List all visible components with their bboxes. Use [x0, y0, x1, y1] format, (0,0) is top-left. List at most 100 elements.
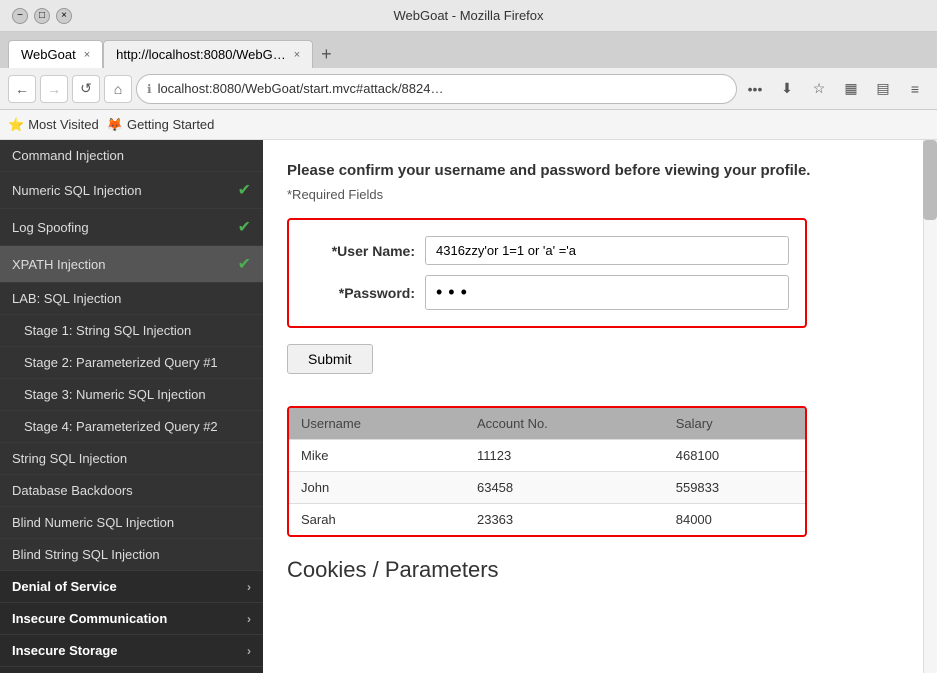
home-button[interactable]: ⌂ — [104, 75, 132, 103]
sidebar-item-label: Insecure Storage — [12, 643, 118, 658]
scrollbar[interactable] — [923, 140, 937, 673]
sidebar-item-insecure-communication[interactable]: Insecure Communication › — [0, 603, 263, 635]
sidebar-item-xpath-injection[interactable]: XPATH Injection ✔ — [0, 246, 263, 283]
sidebar-item-blind-string[interactable]: Blind String SQL Injection — [0, 539, 263, 571]
sidebar-item-label: Stage 4: Parameterized Query #2 — [24, 419, 218, 434]
scroll-thumb[interactable] — [923, 140, 937, 220]
menu-button[interactable]: ≡ — [901, 75, 929, 103]
new-tab-button[interactable]: + — [313, 40, 340, 68]
address-bar[interactable]: ℹ localhost:8080/WebGoat/start.mvc#attac… — [136, 74, 737, 104]
table-cell: 84000 — [664, 504, 805, 536]
bookmark-firefox-icon: 🦊 — [107, 117, 123, 133]
sidebar-item-label: Stage 2: Parameterized Query #1 — [24, 355, 218, 370]
bookmark-label: Most Visited — [28, 117, 99, 132]
table-row: Sarah2336384000 — [289, 504, 805, 536]
cookies-section-title: Cookies / Parameters — [287, 557, 913, 583]
sidebar-item-label: Database Backdoors — [12, 483, 133, 498]
submit-button[interactable]: Submit — [287, 344, 373, 374]
pocket-button[interactable]: ⬇ — [773, 75, 801, 103]
check-icon: ✔ — [238, 254, 251, 274]
col-header-account: Account No. — [465, 408, 664, 440]
sidebar-item-string-sql[interactable]: String SQL Injection — [0, 443, 263, 475]
tab-label: http://localhost:8080/WebG… — [116, 47, 286, 62]
title-bar: − □ × WebGoat - Mozilla Firefox — [0, 0, 937, 32]
main-area: Command Injection Numeric SQL Injection … — [0, 140, 937, 673]
tab-close-button[interactable]: × — [84, 49, 90, 61]
required-fields-label: *Required Fields — [287, 187, 913, 202]
sidebar-item-denial-of-service[interactable]: Denial of Service › — [0, 571, 263, 603]
tab-label: WebGoat — [21, 47, 76, 62]
table-cell: John — [289, 472, 465, 504]
bookmark-star-button[interactable]: ☆ — [805, 75, 833, 103]
window-title: WebGoat - Mozilla Firefox — [72, 8, 865, 23]
sidebar-item-label: Stage 3: Numeric SQL Injection — [24, 387, 206, 402]
table-cell: 23363 — [465, 504, 664, 536]
password-row: *Password: — [305, 275, 789, 310]
username-input[interactable] — [425, 236, 789, 265]
table-cell: 559833 — [664, 472, 805, 504]
sidebar-item-stage1[interactable]: Stage 1: String SQL Injection — [0, 315, 263, 347]
library-button[interactable]: ▦ — [837, 75, 865, 103]
check-icon: ✔ — [238, 217, 251, 237]
chevron-right-icon: › — [247, 612, 251, 626]
sidebar-item-insecure-storage[interactable]: Insecure Storage › — [0, 635, 263, 667]
username-row: *User Name: — [305, 236, 789, 265]
sidebar-item-label: Stage 1: String SQL Injection — [24, 323, 191, 338]
sidebar-item-blind-numeric[interactable]: Blind Numeric SQL Injection — [0, 507, 263, 539]
password-input[interactable] — [425, 275, 789, 310]
sidebar-item-label: Insecure Communication — [12, 611, 167, 626]
table-cell: Sarah — [289, 504, 465, 536]
tab-localhost[interactable]: http://localhost:8080/WebG… × — [103, 40, 313, 68]
results-table: Username Account No. Salary Mike11123468… — [289, 408, 805, 535]
sidebar-item-label: Blind String SQL Injection — [12, 547, 160, 562]
table-row: Mike11123468100 — [289, 440, 805, 472]
table-row: John63458559833 — [289, 472, 805, 504]
minimize-button[interactable]: − — [12, 8, 28, 24]
forward-button[interactable]: → — [40, 75, 68, 103]
table-cell: 63458 — [465, 472, 664, 504]
tab-close-button[interactable]: × — [294, 49, 300, 61]
sidebar-item-database-backdoors[interactable]: Database Backdoors — [0, 475, 263, 507]
sidebar-item-log-spoofing[interactable]: Log Spoofing ✔ — [0, 209, 263, 246]
table-cell: Mike — [289, 440, 465, 472]
nav-extra-buttons: ••• ⬇ ☆ ▦ ▤ ≡ — [741, 75, 929, 103]
bookmark-getting-started[interactable]: 🦊 Getting Started — [107, 117, 215, 133]
sidebar-item-label: LAB: SQL Injection — [12, 291, 121, 306]
more-button[interactable]: ••• — [741, 75, 769, 103]
sidebar: Command Injection Numeric SQL Injection … — [0, 140, 263, 673]
confirm-title: Please confirm your username and passwor… — [287, 160, 913, 181]
bookmark-label: Getting Started — [127, 117, 214, 132]
sidebar-item-label: String SQL Injection — [12, 451, 127, 466]
table-cell: 11123 — [465, 440, 664, 472]
sidebar-item-label: Log Spoofing — [12, 220, 89, 235]
check-icon: ✔ — [238, 180, 251, 200]
sidebar-item-numeric-sql[interactable]: Numeric SQL Injection ✔ — [0, 172, 263, 209]
maximize-button[interactable]: □ — [34, 8, 50, 24]
content-area: Please confirm your username and passwor… — [263, 140, 937, 673]
tab-webgoat[interactable]: WebGoat × — [8, 40, 103, 68]
bookmarks-bar: ⭐ Most Visited 🦊 Getting Started — [0, 110, 937, 140]
bookmark-star-icon: ⭐ — [8, 117, 24, 133]
bookmark-most-visited[interactable]: ⭐ Most Visited — [8, 117, 99, 133]
address-text: localhost:8080/WebGoat/start.mvc#attack/… — [158, 81, 726, 96]
sidebar-item-lab-sql[interactable]: LAB: SQL Injection — [0, 283, 263, 315]
table-cell: 468100 — [664, 440, 805, 472]
back-button[interactable]: ← — [8, 75, 36, 103]
reload-button[interactable]: ↺ — [72, 75, 100, 103]
username-label: *User Name: — [305, 243, 415, 259]
results-table-box: Username Account No. Salary Mike11123468… — [287, 406, 807, 537]
sidebar-item-command-injection[interactable]: Command Injection — [0, 140, 263, 172]
sidebar-item-stage3[interactable]: Stage 3: Numeric SQL Injection — [0, 379, 263, 411]
sidebar-item-label: Blind Numeric SQL Injection — [12, 515, 174, 530]
sidebar-item-label: XPATH Injection — [12, 257, 105, 272]
close-button[interactable]: × — [56, 8, 72, 24]
nav-bar: ← → ↺ ⌂ ℹ localhost:8080/WebGoat/start.m… — [0, 68, 937, 110]
sidebar-item-stage2[interactable]: Stage 2: Parameterized Query #1 — [0, 347, 263, 379]
password-label: *Password: — [305, 285, 415, 301]
sidebar-item-label: Command Injection — [12, 148, 124, 163]
sidebar-item-stage4[interactable]: Stage 4: Parameterized Query #2 — [0, 411, 263, 443]
sidebar-item-malicious-execution[interactable]: Malicious Execution › — [0, 667, 263, 673]
chevron-right-icon: › — [247, 644, 251, 658]
login-form-box: *User Name: *Password: — [287, 218, 807, 328]
reader-view-button[interactable]: ▤ — [869, 75, 897, 103]
